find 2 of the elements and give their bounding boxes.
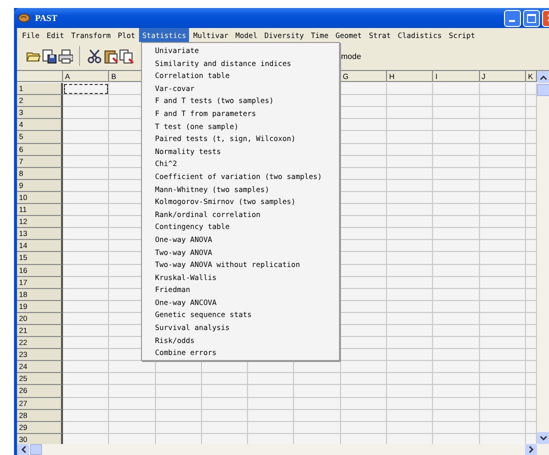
mode-label: mode bbox=[341, 52, 362, 61]
window-title: PAST bbox=[35, 13, 58, 23]
